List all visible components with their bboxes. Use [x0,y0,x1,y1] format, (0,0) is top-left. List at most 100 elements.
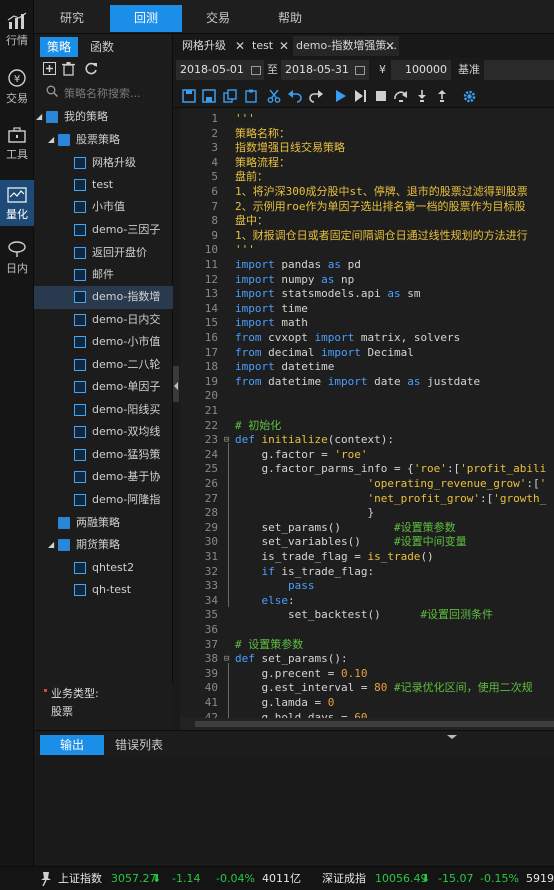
sh-index-name[interactable]: 上证指数 [58,867,102,890]
step-over-icon[interactable] [394,89,408,103]
rail-label: 日内 [6,262,28,275]
triangle-down-icon[interactable]: ◢ [36,106,44,129]
calendar-icon[interactable] [251,66,261,75]
tab-trade[interactable]: 交易 [182,5,254,32]
tree-item[interactable]: test [34,174,173,197]
file-tab-grid[interactable]: 网格升级 ✕ [177,36,249,56]
tree-item[interactable]: 邮件 [34,264,173,287]
tab-help[interactable]: 帮助 [254,5,326,32]
tab-error-list[interactable]: 错误列表 [106,735,172,755]
tree-folder[interactable]: ◢ 股票策略 [34,129,173,152]
tree-item[interactable]: demo-单因子 [34,376,173,399]
horizontal-scrollbar[interactable] [180,718,554,730]
tree-folder[interactable]: ◢ 我的策略 [34,106,173,129]
tab-backtest[interactable]: 回测 [110,5,182,32]
code-token: 'net_profit_grow' [367,491,481,505]
settings-gear-icon[interactable] [462,89,476,103]
benchmark-select[interactable] [484,60,554,80]
tab-strategy[interactable]: 策略 [40,37,78,57]
code-token: g.est_interval = [235,681,375,695]
pin-icon[interactable] [40,872,52,890]
tree-item[interactable]: demo-日内交 [34,309,173,332]
code-line: 2、示例用roe作为单因子选出排名第一档的股票作为目标股 [235,200,526,215]
tree-item[interactable]: demo-猛犸策 [34,444,173,467]
paste-icon[interactable] [244,89,258,103]
redo-icon[interactable] [309,89,323,103]
tree-item[interactable]: qh-test [34,579,173,602]
save-icon[interactable] [182,89,196,103]
tab-functions[interactable]: 函数 [82,37,122,57]
scrollbar-thumb[interactable] [195,721,554,727]
strategy-file-icon [74,426,86,438]
refresh-icon[interactable] [84,62,98,76]
strategy-file-icon [74,291,86,303]
run-icon[interactable] [333,89,347,103]
rail-item-quant[interactable]: 量化 [0,180,34,226]
panel-collapse-handle[interactable] [173,366,179,402]
capital-field[interactable]: 100000 [391,60,451,80]
calendar-icon[interactable] [355,66,365,75]
line-number: 26 [204,477,218,490]
tree-item[interactable]: qhtest2 [34,557,173,580]
step-out-icon[interactable] [435,89,449,103]
tree-item-label: test [92,178,114,191]
code-token: pandas [274,258,328,271]
triangle-down-icon[interactable]: ◢ [48,129,56,152]
save-as-icon[interactable] [202,89,216,103]
triangle-down-icon[interactable]: ◢ [48,534,56,557]
tree-item[interactable]: demo-双均线 [34,421,173,444]
code-line: 1、将沪深300成分股中st、停牌、退市的股票过滤得到股票 [235,185,528,200]
tree-item[interactable]: 网格升级 [34,152,173,175]
splitter-grip[interactable] [436,728,468,739]
left-icon-rail: 行情 ¥ 交易 工具 量化 日内 [0,0,34,866]
undo-icon[interactable] [288,89,302,103]
tree-item[interactable]: demo-指数增 [34,286,173,309]
close-icon[interactable]: ✕ [385,36,395,56]
fold-toggle-icon[interactable]: ⊟ [224,433,229,448]
code-token: 80 [374,681,388,695]
code-editor[interactable]: 1 2 3 4 5 6 7 8 9 10 11 12 13 14 15 16 17 18 19 20 21 22 23 24 2… [180,108,554,718]
rail-item-intraday[interactable]: 日内 [0,240,34,284]
step-into-icon[interactable] [415,89,429,103]
tree-item[interactable]: demo-二八轮 [34,354,173,377]
code-line: } [235,506,374,521]
close-icon[interactable]: ✕ [235,36,245,56]
tree-item[interactable]: 小市值 [34,196,173,219]
code-token: } [235,506,375,520]
tab-output[interactable]: 输出 [40,735,104,755]
file-tab-test[interactable]: test ✕ [249,36,293,56]
tree-folder[interactable]: 两融策略 [34,512,173,535]
stop-icon[interactable] [374,89,388,103]
tree-item[interactable]: demo-阿隆指 [34,489,173,512]
fold-toggle-icon[interactable]: ⊟ [224,652,229,667]
line-number: 23 [204,433,218,447]
code-line: # 设置策参数 [235,638,303,653]
tree-folder[interactable]: ◢ 期货策略 [34,534,173,557]
code-token: import [235,301,275,315]
rail-item-tools[interactable]: 工具 [0,126,34,170]
cut-icon[interactable] [267,89,281,103]
sz-index-name[interactable]: 深证成指 [322,867,366,890]
step-icon[interactable] [353,89,367,103]
tree-item[interactable]: demo-三因子 [34,219,173,242]
tree-item[interactable]: demo-阳线买 [34,399,173,422]
rail-item-trade[interactable]: ¥ 交易 [0,68,34,112]
tree-item[interactable]: demo-基于协 [34,466,173,489]
close-icon[interactable]: ✕ [279,36,289,56]
rail-item-market[interactable]: 行情 [0,12,34,56]
chevron-left-icon [174,379,178,393]
start-date-field[interactable]: 2018-05-01 [176,60,264,80]
add-icon[interactable] [43,62,57,76]
tree-item[interactable]: demo-小市值 [34,331,173,354]
tab-research[interactable]: 研究 [36,5,108,32]
tree-item-label: 网格升级 [92,156,136,169]
strategy-search-input[interactable]: 策略名称搜索... [44,82,170,102]
code-token: time [274,301,308,315]
tree-item[interactable]: 返回开盘价 [34,242,173,265]
delete-icon[interactable] [62,62,76,76]
end-date-field[interactable]: 2018-05-31 [281,60,369,80]
code-line: 盘前： [235,170,268,185]
copy-icon[interactable] [223,89,237,103]
file-tab-index-enhance[interactable]: demo-指数增强策... ✕ [293,36,399,56]
